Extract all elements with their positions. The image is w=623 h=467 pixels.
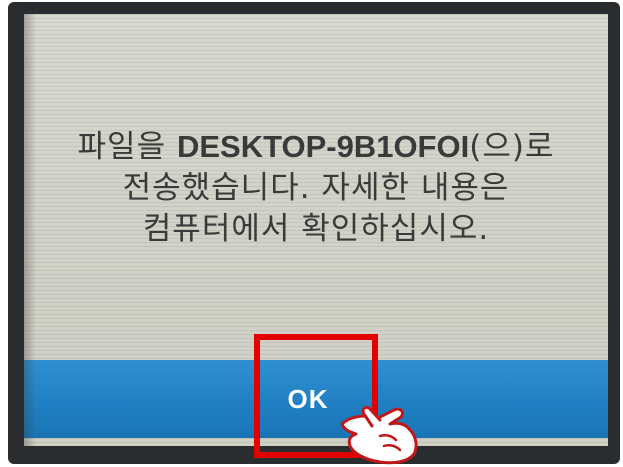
message-line-2: 전송했습니다. 자세한 내용은 — [122, 170, 510, 206]
message-line-1-prefix: 파일을 — [77, 129, 177, 165]
message-line-1-suffix: (으)로 — [469, 129, 555, 165]
ok-button[interactable]: OK — [24, 360, 608, 438]
screen-shadow — [24, 14, 36, 446]
dialog-message: 파일을 DESKTOP-9B1OFOI(으)로 전송했습니다. 자세한 내용은 … — [24, 126, 608, 250]
message-line-3: 컴퓨터에서 확인하십시오. — [142, 211, 490, 247]
message-line-1: 파일을 DESKTOP-9B1OFOI(으)로 — [24, 126, 608, 168]
printer-display-screen: 파일을 DESKTOP-9B1OFOI(으)로 전송했습니다. 자세한 내용은 … — [24, 14, 608, 446]
photo-frame: 파일을 DESKTOP-9B1OFOI(으)로 전송했습니다. 자세한 내용은 … — [0, 0, 623, 467]
computer-name: DESKTOP-9B1OFOI — [176, 129, 470, 164]
ok-button-label: OK — [287, 383, 329, 414]
